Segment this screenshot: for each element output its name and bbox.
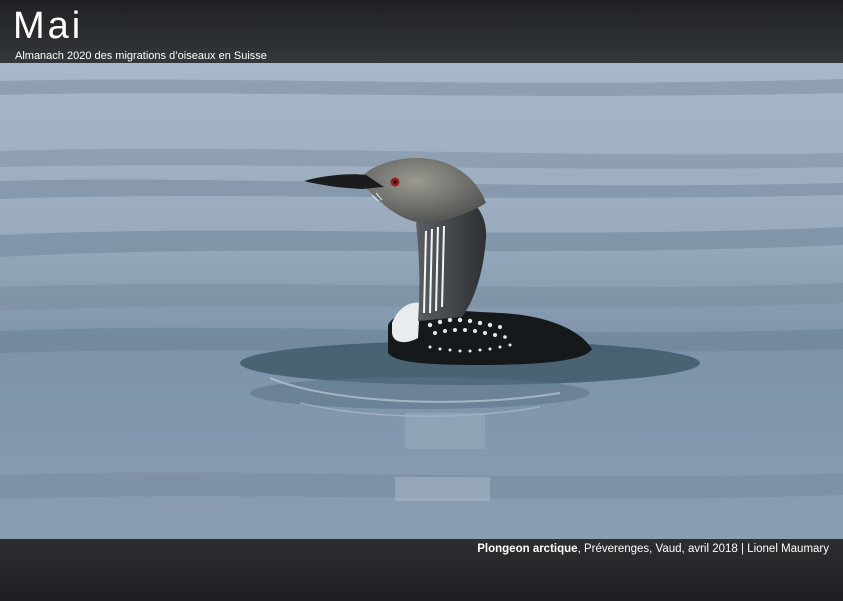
bird-photo (0, 63, 843, 539)
almanac-subtitle: Almanach 2020 des migrations d’oiseaux e… (15, 50, 267, 62)
photo-canvas (0, 63, 843, 539)
month-title: Mai (13, 5, 84, 47)
species-name: Plongeon arctique (477, 543, 578, 555)
caption-details: , Préverenges, Vaud, avril 2018 | Lionel… (577, 543, 829, 555)
header-bar: Mai Almanach 2020 des migrations d’oisea… (0, 0, 843, 63)
footer-bar: Plongeon arctique, Préverenges, Vaud, av… (0, 539, 843, 601)
photo-caption: Plongeon arctique, Préverenges, Vaud, av… (477, 542, 829, 556)
